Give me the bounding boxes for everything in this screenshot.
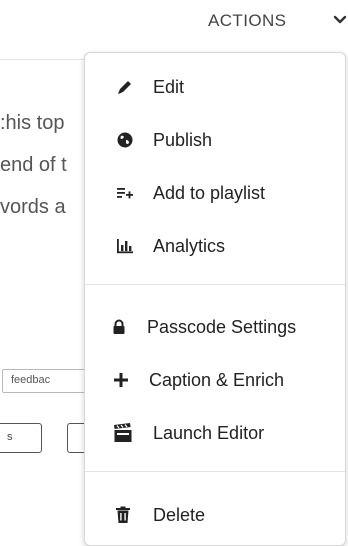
menu-item-label: Passcode Settings xyxy=(147,316,297,337)
menu-item-label: Delete xyxy=(153,504,206,525)
menu-item-launch-editor[interactable]: Launch Editor xyxy=(85,411,345,455)
menu-item-label: Caption & Enrich xyxy=(149,369,285,390)
menu-item-label: Analytics xyxy=(153,235,226,256)
trash-icon xyxy=(113,505,133,525)
lock-icon xyxy=(109,317,129,337)
globe-icon xyxy=(115,130,135,150)
actions-dropdown-menu: Edit Publish Add to playlist Analytics P… xyxy=(84,52,346,546)
actions-label: ACTIONS xyxy=(208,11,287,30)
menu-divider xyxy=(85,471,345,472)
playlist-add-icon xyxy=(115,183,135,203)
chevron-down-icon xyxy=(333,15,347,24)
menu-item-label: Add to playlist xyxy=(153,182,266,203)
menu-item-label: Edit xyxy=(153,76,185,97)
background-button[interactable]: s xyxy=(0,423,42,453)
plus-icon xyxy=(111,370,131,390)
page: ACTIONS :his top end of t vords a feedba… xyxy=(0,0,348,546)
description-text-line: :his top xyxy=(0,112,65,134)
description-text-line: end of t xyxy=(0,154,67,176)
menu-item-add-to-playlist[interactable]: Add to playlist xyxy=(85,171,345,215)
menu-item-label: Publish xyxy=(153,129,213,150)
bar-chart-icon xyxy=(115,236,135,256)
menu-item-edit[interactable]: Edit xyxy=(85,65,345,109)
header-divider xyxy=(0,59,84,60)
description-text-line: vords a xyxy=(0,196,66,218)
menu-divider xyxy=(85,284,345,285)
clapperboard-icon xyxy=(113,423,133,443)
menu-item-delete[interactable]: Delete xyxy=(85,493,345,537)
menu-item-publish[interactable]: Publish xyxy=(85,118,345,162)
menu-item-analytics[interactable]: Analytics xyxy=(85,224,345,268)
menu-item-caption-enrich[interactable]: Caption & Enrich xyxy=(85,358,345,402)
pencil-icon xyxy=(115,77,135,97)
actions-menu-toggle[interactable]: ACTIONS xyxy=(208,8,348,34)
menu-item-label: Launch Editor xyxy=(153,422,265,443)
menu-item-passcode-settings[interactable]: Passcode Settings xyxy=(85,305,345,349)
